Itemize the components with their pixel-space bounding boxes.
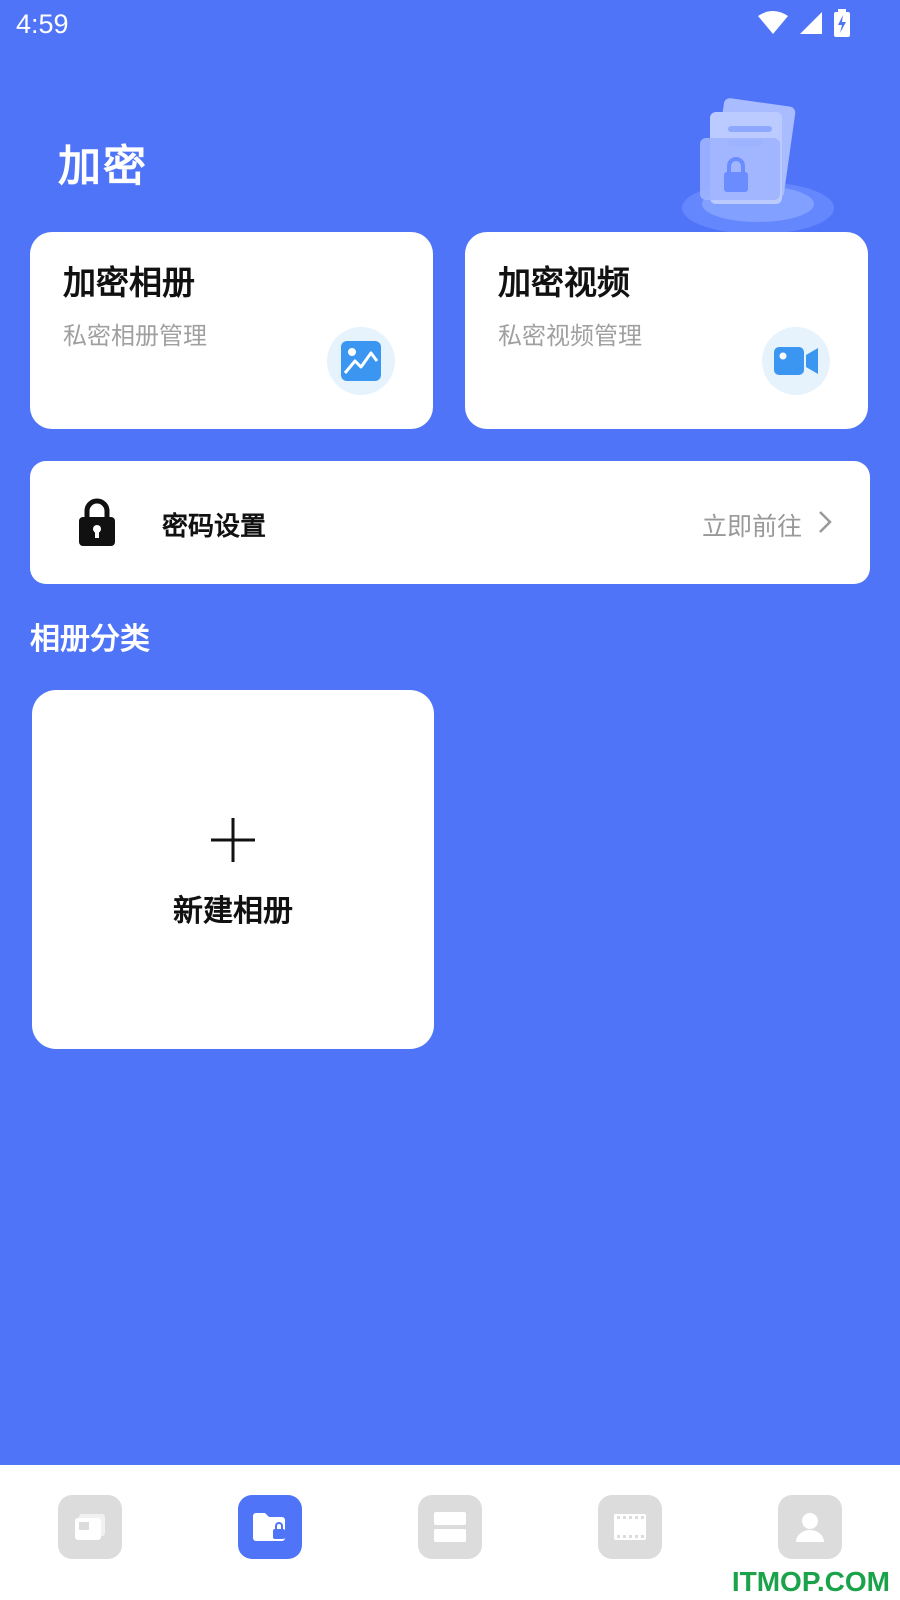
- status-bar: 4:59: [0, 0, 900, 48]
- wifi-icon: [758, 11, 788, 34]
- secure-documents-illustration: [682, 98, 834, 234]
- nav-list[interactable]: [418, 1495, 482, 1559]
- list-icon: [434, 1512, 466, 1542]
- nav-encrypted[interactable]: [238, 1495, 302, 1559]
- film-icon: [614, 1514, 646, 1540]
- lock-icon: [79, 498, 115, 546]
- gallery-icon: [75, 1514, 105, 1540]
- encrypted-video-card[interactable]: 加密视频 私密视频管理: [465, 232, 868, 429]
- nav-gallery[interactable]: [58, 1495, 122, 1559]
- nav-profile[interactable]: [778, 1495, 842, 1559]
- card-title: 加密相册: [63, 263, 195, 302]
- new-album-card[interactable]: 新建相册: [32, 690, 434, 1049]
- watermark: ITMOP.COM: [731, 1566, 890, 1597]
- plus-icon: [211, 818, 255, 862]
- status-icons: [758, 9, 850, 37]
- battery-icon: [834, 9, 850, 37]
- card-title: 加密视频: [498, 263, 630, 302]
- signal-icon: [800, 12, 822, 34]
- encrypted-album-card[interactable]: 加密相册 私密相册管理: [30, 232, 433, 429]
- photo-icon-badge: [327, 327, 395, 395]
- album-categories-title: 相册分类: [30, 622, 150, 657]
- go-now-link[interactable]: 立即前往: [702, 507, 802, 543]
- page-title: 加密: [58, 142, 148, 192]
- video-camera-icon: [774, 347, 818, 375]
- new-album-label: 新建相册: [173, 894, 293, 929]
- password-settings-row[interactable]: 密码设置 立即前往: [30, 461, 870, 584]
- encrypted-folder-icon: [253, 1513, 285, 1541]
- card-subtitle: 私密相册管理: [63, 322, 207, 350]
- profile-icon: [796, 1513, 824, 1542]
- password-settings-label: 密码设置: [162, 512, 267, 542]
- bottom-nav: ITMOP.COM: [0, 1465, 900, 1600]
- card-subtitle: 私密视频管理: [498, 322, 642, 350]
- status-time: 4:59: [16, 9, 69, 39]
- nav-video[interactable]: [598, 1495, 662, 1559]
- chevron-right-icon: [819, 511, 832, 533]
- photo-icon: [341, 341, 381, 381]
- video-icon-badge: [762, 327, 830, 395]
